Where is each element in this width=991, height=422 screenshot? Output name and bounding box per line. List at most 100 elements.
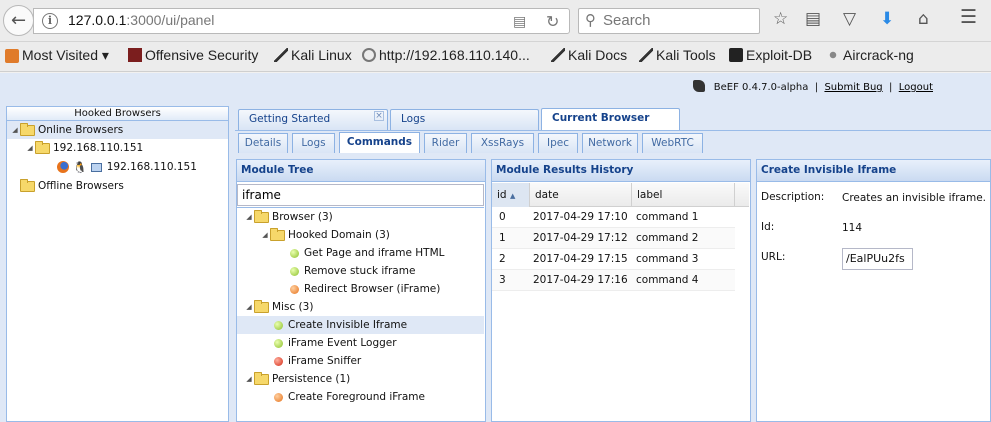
reload-icon[interactable]: ↻ bbox=[546, 12, 559, 31]
bookmark-exploit-db[interactable]: Exploit-DB bbox=[729, 47, 812, 63]
folder-icon bbox=[20, 178, 35, 192]
cell-id: 0 bbox=[499, 211, 506, 223]
bookmark-aircrack[interactable]: Aircrack-ng bbox=[826, 47, 914, 63]
close-icon[interactable]: × bbox=[374, 111, 384, 121]
expand-arrow-icon[interactable]: ◢ bbox=[25, 144, 35, 152]
bookmark-label: Kali Tools bbox=[656, 47, 716, 63]
search-bar[interactable]: ⚲ Search bbox=[578, 8, 760, 34]
status-green-icon bbox=[290, 266, 299, 276]
url-input[interactable]: /EalPUu2fs bbox=[842, 248, 913, 270]
address-bar[interactable]: i 127.0.0.1:3000/ui/panel ▤ ↻ bbox=[33, 8, 570, 34]
tree-label: Offline Browsers bbox=[38, 180, 124, 192]
kali-dragon-icon bbox=[274, 48, 288, 62]
tree-node-hooked-domain[interactable]: ◢ Hooked Domain (3) bbox=[260, 226, 390, 244]
subtab-webrtc[interactable]: WebRTC bbox=[642, 133, 703, 153]
module-iframe-sniffer[interactable]: iFrame Sniffer bbox=[274, 352, 361, 370]
module-create-foreground-iframe[interactable]: Create Foreground iFrame bbox=[274, 388, 425, 406]
url-path: :3000/ui/panel bbox=[126, 12, 215, 28]
tree-node-misc[interactable]: ◢ Misc (3) bbox=[244, 298, 313, 316]
bookmark-label: Offensive Security bbox=[145, 47, 259, 63]
firefox-icon bbox=[57, 161, 69, 173]
id-label: Id: bbox=[761, 221, 775, 233]
table-row[interactable]: 0 2017-04-29 17:10 command 1 bbox=[492, 207, 735, 228]
tab-logs[interactable]: Logs bbox=[390, 109, 539, 130]
offline-browsers-node[interactable]: Offline Browsers bbox=[20, 177, 124, 195]
module-iframe-event-logger[interactable]: iFrame Event Logger bbox=[274, 334, 397, 352]
status-green-icon bbox=[274, 338, 283, 348]
bookmark-offensive-security[interactable]: Offensive Security bbox=[128, 47, 258, 63]
expand-arrow-icon[interactable]: ◢ bbox=[260, 231, 270, 239]
description-label: Description: bbox=[761, 191, 825, 203]
online-browsers-node[interactable]: ◢ Online Browsers bbox=[7, 121, 228, 139]
status-green-icon bbox=[290, 248, 299, 258]
folder-icon bbox=[35, 140, 50, 154]
subtab-rider[interactable]: Rider bbox=[424, 133, 467, 153]
subtab-ipec[interactable]: Ipec bbox=[538, 133, 578, 153]
module-filter-input[interactable] bbox=[237, 184, 484, 206]
tree-label: Hooked Domain (3) bbox=[288, 229, 390, 241]
column-header-label[interactable]: label bbox=[632, 183, 735, 207]
submit-bug-link[interactable]: Submit Bug bbox=[824, 82, 882, 93]
expand-arrow-icon[interactable]: ◢ bbox=[244, 213, 254, 221]
table-row[interactable]: 3 2017-04-29 17:16 command 4 bbox=[492, 270, 735, 291]
subtab-logs[interactable]: Logs bbox=[292, 133, 335, 153]
tree-label: Get Page and iframe HTML bbox=[304, 247, 445, 259]
bookmarks-toolbar: Most Visited ▾ Offensive Security Kali L… bbox=[0, 42, 991, 72]
module-create-invisible-iframe[interactable]: Create Invisible Iframe bbox=[274, 316, 407, 334]
url-text[interactable]: 127.0.0.1:3000/ui/panel bbox=[68, 12, 214, 28]
header-separator: | bbox=[814, 82, 819, 93]
column-header-date[interactable]: date bbox=[530, 183, 632, 207]
bookmark-star-icon[interactable]: ☆ bbox=[773, 9, 788, 29]
bookmark-ip-link[interactable]: http://192.168.110.140... bbox=[362, 47, 530, 63]
expand-arrow-icon[interactable]: ◢ bbox=[244, 375, 254, 383]
column-header-id[interactable]: id ▲ bbox=[492, 183, 530, 207]
pocket-icon[interactable]: ▽ bbox=[843, 9, 856, 29]
bookmark-kali-tools[interactable]: Kali Tools bbox=[639, 47, 716, 63]
folder-icon bbox=[270, 227, 285, 241]
subtab-commands[interactable]: Commands bbox=[339, 132, 420, 153]
tree-node-persistence[interactable]: ◢ Persistence (1) bbox=[244, 370, 350, 388]
id-value: 114 bbox=[842, 222, 863, 234]
info-icon[interactable]: i bbox=[42, 13, 58, 29]
hooked-browser-node[interactable]: 🐧 192.168.110.151 bbox=[57, 158, 197, 176]
subtab-xssrays[interactable]: XssRays bbox=[471, 133, 534, 153]
bookmark-kali-linux[interactable]: Kali Linux bbox=[274, 47, 352, 63]
expand-arrow-icon[interactable]: ◢ bbox=[10, 126, 20, 134]
tree-node-browser[interactable]: ◢ Browser (3) bbox=[244, 208, 333, 226]
menu-icon[interactable]: ☰ bbox=[960, 6, 977, 28]
computer-icon bbox=[90, 162, 102, 172]
reading-list-icon[interactable]: ▤ bbox=[805, 9, 821, 29]
bookmark-kali-docs[interactable]: Kali Docs bbox=[551, 47, 627, 63]
logout-link[interactable]: Logout bbox=[899, 82, 933, 93]
cell-label: command 2 bbox=[636, 232, 699, 244]
column-label: id bbox=[497, 189, 507, 201]
search-placeholder: Search bbox=[603, 12, 651, 29]
subtab-details[interactable]: Details bbox=[238, 133, 288, 153]
reader-view-icon[interactable]: ▤ bbox=[513, 14, 526, 30]
table-row[interactable]: 2 2017-04-29 17:15 command 3 bbox=[492, 249, 735, 270]
tree-label: Create Invisible Iframe bbox=[288, 319, 408, 331]
module-redirect-browser[interactable]: Redirect Browser (iFrame) bbox=[290, 280, 440, 298]
cell-label: command 1 bbox=[636, 211, 699, 223]
bookmark-most-visited[interactable]: Most Visited ▾ bbox=[5, 47, 109, 64]
module-get-page-html[interactable]: Get Page and iframe HTML bbox=[290, 244, 445, 262]
host-node[interactable]: ◢ 192.168.110.151 bbox=[25, 139, 143, 157]
subtab-network[interactable]: Network bbox=[582, 133, 638, 153]
status-green-icon bbox=[274, 320, 283, 330]
tab-getting-started[interactable]: Getting Started × bbox=[238, 109, 388, 130]
expand-arrow-icon[interactable]: ◢ bbox=[244, 303, 254, 311]
download-icon[interactable]: ⬇ bbox=[880, 9, 894, 29]
url-host: 127.0.0.1 bbox=[68, 12, 127, 28]
cell-id: 1 bbox=[499, 232, 506, 244]
globe-icon bbox=[362, 48, 376, 62]
tab-current-browser[interactable]: Current Browser bbox=[541, 108, 680, 130]
module-remove-stuck-iframe[interactable]: Remove stuck iframe bbox=[290, 262, 415, 280]
hooked-browsers-panel: Hooked Browsers ◢ Online Browsers ◢ 192.16… bbox=[6, 106, 229, 422]
table-row[interactable]: 1 2017-04-29 17:12 command 2 bbox=[492, 228, 735, 249]
tree-label: iFrame Event Logger bbox=[288, 337, 397, 349]
folder-icon bbox=[254, 209, 269, 223]
back-button[interactable]: ← bbox=[3, 5, 34, 36]
home-icon[interactable]: ⌂ bbox=[918, 9, 929, 29]
offsec-icon bbox=[128, 48, 142, 62]
version-text: BeEF 0.4.7.0-alpha bbox=[713, 82, 809, 93]
